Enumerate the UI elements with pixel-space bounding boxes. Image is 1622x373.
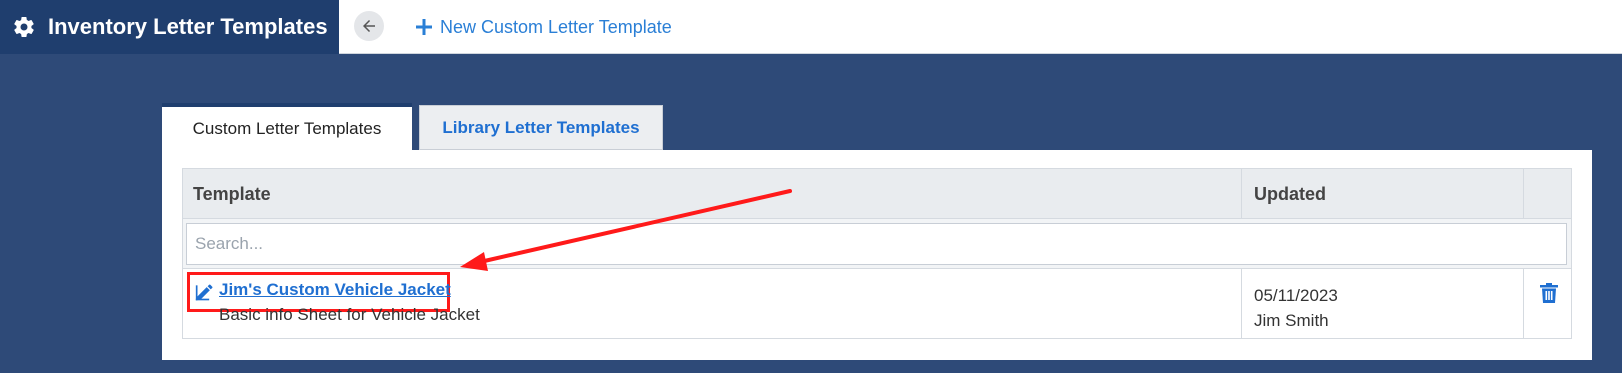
templates-table: Template Updated Jim's Custom Vehicle Ja… <box>182 168 1572 339</box>
actions-cell <box>1524 269 1571 338</box>
tab-label: Custom Letter Templates <box>192 118 382 138</box>
column-header-actions <box>1524 169 1571 219</box>
search-row <box>183 219 1571 269</box>
updated-by: Jim Smith <box>1254 311 1329 330</box>
template-cell: Jim's Custom Vehicle Jacket Basic info S… <box>183 269 1242 338</box>
templates-panel: Template Updated Jim's Custom Vehicle Ja… <box>162 150 1592 360</box>
column-header-updated[interactable]: Updated <box>1242 169 1524 219</box>
updated-date: 05/11/2023 <box>1254 286 1338 305</box>
page-title-bar: Inventory Letter Templates <box>0 0 339 54</box>
new-custom-template-label: New Custom Letter Template <box>440 16 672 37</box>
plus-icon <box>416 19 432 35</box>
template-description: Basic info Sheet for Vehicle Jacket <box>219 305 480 324</box>
new-custom-template-button[interactable]: New Custom Letter Template <box>416 15 672 39</box>
arrow-left-icon <box>363 20 375 32</box>
table-header: Template Updated <box>183 169 1571 219</box>
back-button[interactable] <box>354 11 384 41</box>
page-title: Inventory Letter Templates <box>48 14 328 39</box>
gear-icon <box>14 17 34 38</box>
trash-icon[interactable] <box>1540 283 1558 303</box>
tab-custom-letter-templates[interactable]: Custom Letter Templates <box>162 103 412 150</box>
tab-library-letter-templates[interactable]: Library Letter Templates <box>419 105 663 150</box>
tab-label: Library Letter Templates <box>442 117 640 137</box>
updated-cell: 05/11/2023 Jim Smith <box>1242 269 1524 338</box>
table-row: Jim's Custom Vehicle Jacket Basic info S… <box>183 269 1571 338</box>
top-bar: Inventory Letter Templates New Custom Le… <box>0 0 1622 54</box>
column-header-template[interactable]: Template <box>183 169 1242 219</box>
edit-icon[interactable] <box>195 282 215 302</box>
template-name-link[interactable]: Jim's Custom Vehicle Jacket <box>219 280 451 300</box>
search-input[interactable] <box>186 223 1567 265</box>
